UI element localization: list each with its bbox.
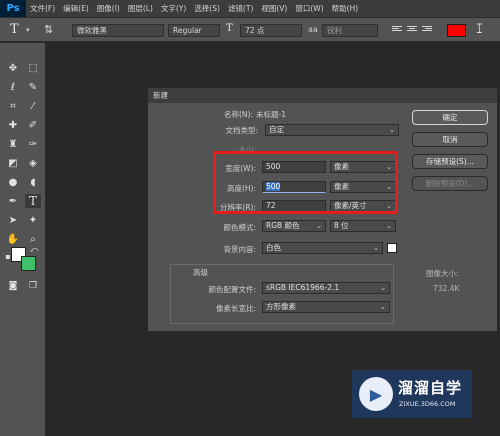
pen-tool-icon[interactable]: ✒	[5, 194, 21, 208]
watermark: ▶ 溜溜自学 ZIXUE.3D66.COM	[352, 370, 472, 418]
clone-stamp-tool-icon[interactable]: ♜	[5, 137, 21, 151]
image-size-label: 图像大小:	[426, 269, 459, 278]
eyedropper-tool-icon[interactable]: ⁄	[25, 99, 41, 113]
align-right-icon[interactable]	[422, 25, 432, 35]
image-size-value: 732.4K	[433, 284, 460, 293]
font-family-value: 微软雅黑	[77, 26, 107, 35]
cancel-button[interactable]: 取消	[412, 132, 488, 147]
dialog-title: 新建	[148, 88, 497, 103]
chevron-down-icon: ⌄	[373, 244, 379, 252]
blur-tool-icon[interactable]: ●	[5, 175, 21, 189]
color-mode-value: RGB 颜色	[266, 221, 300, 230]
screen-mode-icon[interactable]: ❐	[25, 279, 41, 293]
background-color-swatch[interactable]	[21, 256, 36, 271]
bit-depth-value: 8 位	[334, 221, 349, 230]
bg-color-swatch[interactable]	[387, 243, 397, 253]
menu-bar: Ps 文件(F) 编辑(E) 图像(I) 图层(L) 文字(Y) 选择(S) 滤…	[0, 0, 500, 17]
antialias-value: 锐利	[327, 26, 342, 35]
brush-tool-icon[interactable]: ✐	[25, 118, 41, 132]
name-label: 名称(N):	[224, 110, 253, 119]
align-center-icon[interactable]	[407, 25, 417, 35]
doc-type-value: 自定	[269, 125, 284, 134]
paint-bucket-tool-icon[interactable]: ◈	[25, 156, 41, 170]
menu-image[interactable]: 图像(I)	[93, 3, 124, 14]
play-logo-icon: ▶	[359, 377, 393, 411]
advanced-group-border	[170, 264, 394, 324]
font-style-value: Regular	[173, 26, 202, 35]
watermark-url: ZIXUE.3D66.COM	[399, 400, 456, 408]
font-style-select[interactable]: Regular	[168, 24, 220, 37]
photoshop-logo: Ps	[0, 0, 26, 17]
custom-shape-tool-icon[interactable]: ✦	[25, 213, 41, 227]
menu-layer[interactable]: 图层(L)	[124, 3, 157, 14]
doc-type-select[interactable]: 自定 ⌄	[265, 124, 399, 136]
chevron-down-icon[interactable]: ▾	[26, 26, 30, 34]
marquee-tool-icon[interactable]: ⬚	[25, 61, 41, 75]
type-tool-icon[interactable]: T	[25, 194, 41, 208]
font-size-icon: T	[226, 23, 233, 34]
watermark-brand: 溜溜自学	[398, 379, 463, 397]
chevron-down-icon: ⌄	[386, 222, 392, 230]
bg-content-label: 背景内容:	[223, 245, 256, 254]
chevron-down-icon: ⌄	[389, 126, 395, 134]
type-tool-preset-icon[interactable]: T	[10, 22, 19, 37]
bg-content-select[interactable]: 白色 ⌄	[262, 242, 383, 254]
warp-text-icon[interactable]: ꕯ	[476, 22, 483, 37]
font-size-value: 72 点	[245, 26, 265, 35]
move-tool-icon[interactable]: ✥	[5, 61, 21, 75]
bg-content-value: 白色	[266, 243, 281, 252]
menu-edit[interactable]: 编辑(E)	[59, 3, 93, 14]
healing-brush-tool-icon[interactable]: ✚	[5, 118, 21, 132]
eraser-tool-icon[interactable]: ◩	[5, 156, 21, 170]
doc-type-label: 文档类型:	[225, 126, 258, 135]
swap-colors-icon[interactable]: ⤺	[26, 243, 42, 257]
crop-tool-icon[interactable]: ⌗	[5, 99, 21, 113]
antialias-icon: aa	[308, 25, 318, 34]
menu-view[interactable]: 视图(V)	[257, 3, 291, 14]
lasso-tool-icon[interactable]: ℓ	[5, 80, 21, 94]
history-brush-tool-icon[interactable]: ✑	[25, 137, 41, 151]
ok-button[interactable]: 确定	[412, 110, 488, 125]
chevron-down-icon: ⌄	[316, 222, 322, 230]
path-select-tool-icon[interactable]: ➤	[5, 213, 21, 227]
quick-select-tool-icon[interactable]: ✎	[25, 80, 41, 94]
highlight-box	[213, 151, 398, 214]
align-left-icon[interactable]	[392, 25, 402, 35]
antialias-select[interactable]: 锐利	[322, 24, 378, 37]
save-preset-button[interactable]: 存储预设(S)...	[412, 154, 488, 169]
options-bar: T ▾ ⇅ 微软雅黑 Regular T 72 点 aa 锐利 ꕯ	[0, 17, 500, 42]
menu-filter[interactable]: 滤镜(T)	[224, 3, 257, 14]
menu-type[interactable]: 文字(Y)	[157, 3, 190, 14]
bit-depth-select[interactable]: 8 位 ⌄	[330, 220, 396, 232]
font-family-select[interactable]: 微软雅黑	[72, 24, 164, 37]
tools-panel: ✥ ⬚ ℓ ✎ ⌗ ⁄ ✚ ✐ ♜ ✑ ◩ ◈ ● ◖ ✒ T ➤ ✦ ✋ ⌕ …	[0, 43, 46, 436]
font-size-select[interactable]: 72 点	[240, 24, 302, 37]
menu-window[interactable]: 窗口(W)	[291, 3, 327, 14]
text-color-swatch[interactable]	[447, 24, 466, 37]
quick-mask-icon[interactable]: ◙	[5, 279, 21, 293]
color-mode-label: 颜色模式:	[223, 223, 256, 232]
menu-help[interactable]: 帮助(H)	[328, 3, 363, 14]
menu-select[interactable]: 选择(S)	[190, 3, 224, 14]
color-mode-select[interactable]: RGB 颜色 ⌄	[262, 220, 326, 232]
menu-file[interactable]: 文件(F)	[26, 3, 59, 14]
name-value[interactable]: 未标题-1	[256, 109, 286, 120]
hand-tool-icon[interactable]: ✋	[5, 232, 21, 246]
delete-preset-button: 删除预设(D)...	[412, 176, 488, 191]
text-orientation-icon[interactable]: ⇅	[44, 23, 53, 36]
dodge-tool-icon[interactable]: ◖	[25, 175, 41, 189]
